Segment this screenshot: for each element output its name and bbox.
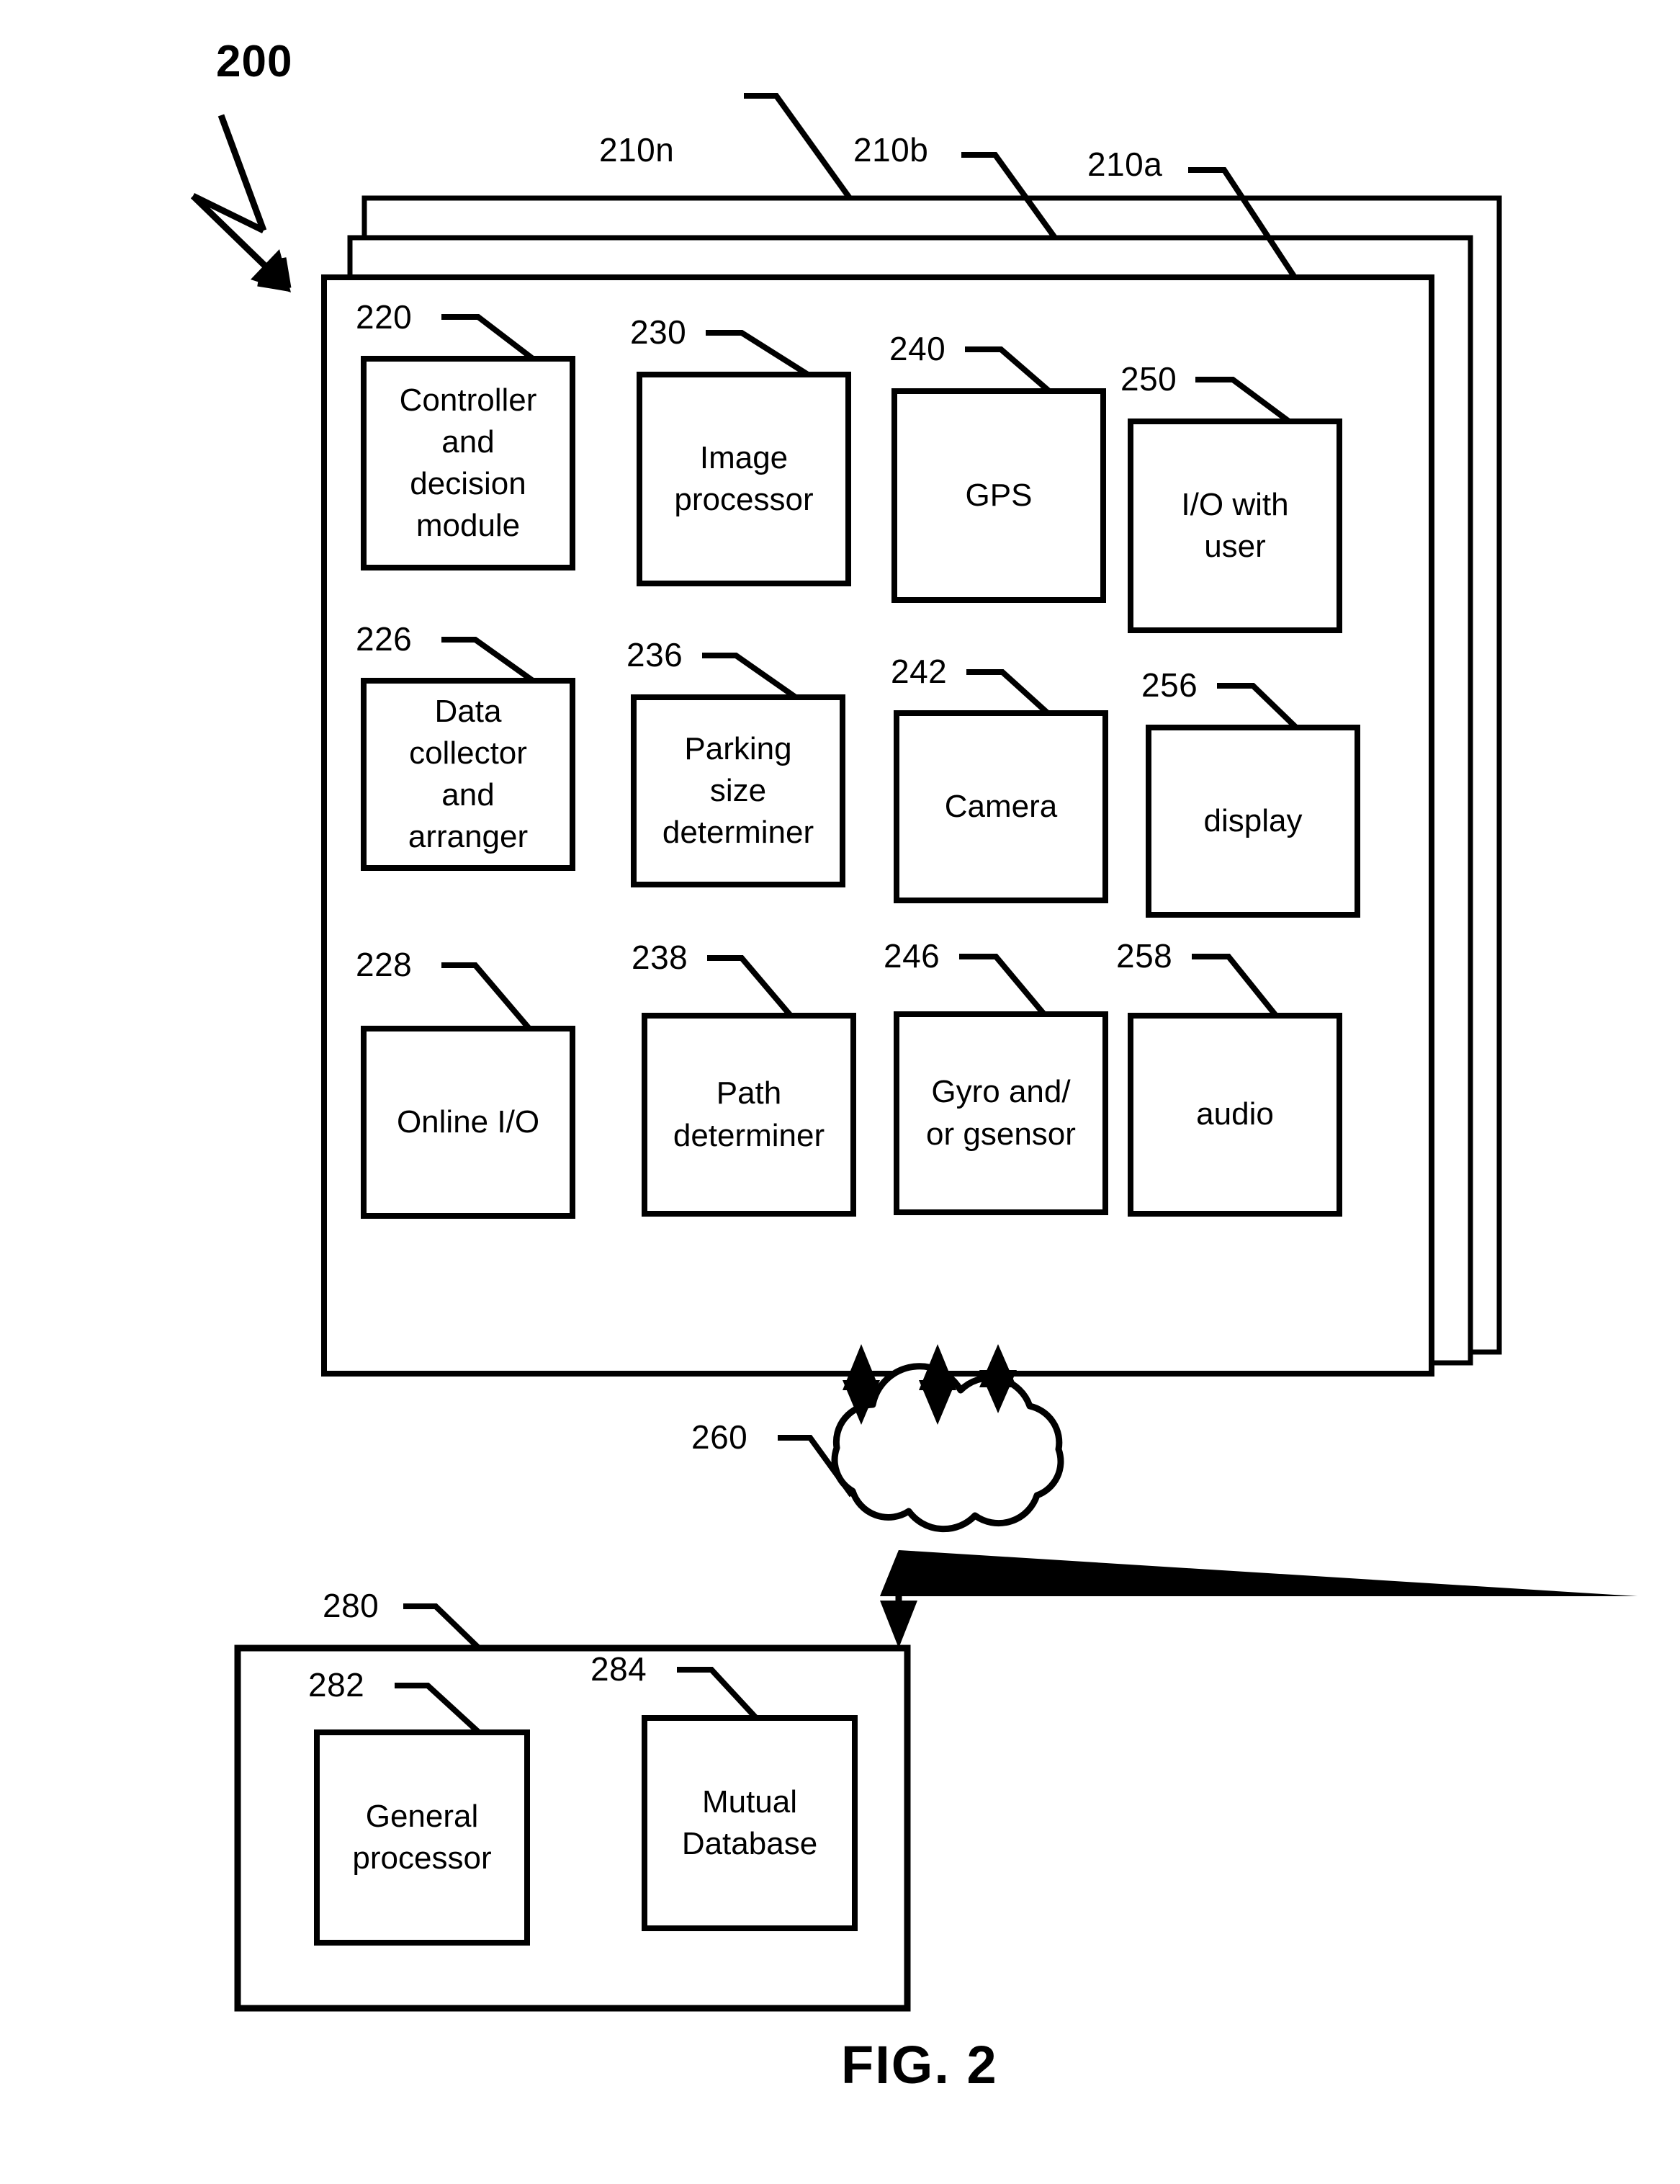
ref-282: 282 — [308, 1666, 365, 1704]
ref-210n: 210n — [599, 131, 675, 169]
ref-230: 230 — [630, 313, 687, 351]
ref-280: 280 — [323, 1587, 379, 1624]
module-box-220[interactable] — [361, 356, 575, 570]
ref-256: 256 — [1141, 666, 1198, 704]
ref-210a: 210a — [1087, 146, 1163, 183]
module-box-256[interactable] — [1146, 725, 1360, 918]
ref-236: 236 — [626, 636, 683, 673]
ref-238: 238 — [632, 939, 688, 976]
module-box-246[interactable] — [894, 1011, 1108, 1215]
leader-280 — [403, 1603, 481, 1650]
figure-caption: FIG. 2 — [841, 2035, 998, 2095]
ref-258: 258 — [1116, 937, 1173, 975]
ref-220: 220 — [356, 298, 413, 336]
diagram-canvas — [190, 93, 1638, 2012]
server-component-282[interactable] — [314, 1729, 530, 1946]
module-box-240[interactable] — [891, 388, 1106, 603]
ref-260: 260 — [691, 1418, 748, 1456]
ref-250: 250 — [1120, 360, 1177, 398]
server-component-284[interactable] — [642, 1715, 858, 1931]
leader-210n — [744, 93, 853, 200]
module-box-238[interactable] — [642, 1013, 856, 1217]
module-box-230[interactable] — [637, 372, 851, 586]
figure-id: 200 — [216, 37, 293, 86]
module-box-250[interactable] — [1128, 419, 1342, 633]
module-box-242[interactable] — [894, 710, 1108, 903]
ref-226: 226 — [356, 620, 413, 658]
ref-228: 228 — [356, 946, 413, 983]
ref-242: 242 — [891, 653, 948, 690]
module-box-226[interactable] — [361, 678, 575, 871]
module-box-236[interactable] — [631, 694, 845, 887]
link-arrow-cloud-server — [880, 1550, 1638, 1648]
module-box-258[interactable] — [1128, 1013, 1342, 1217]
module-box-228[interactable] — [361, 1026, 575, 1219]
ref-284: 284 — [590, 1650, 647, 1688]
ref-210b: 210b — [853, 131, 929, 169]
patent-figure: 200 210n 210b 210a 220 230 240 250 226 2… — [0, 0, 1680, 2184]
ref-240: 240 — [889, 330, 946, 367]
ref-246: 246 — [884, 937, 940, 975]
